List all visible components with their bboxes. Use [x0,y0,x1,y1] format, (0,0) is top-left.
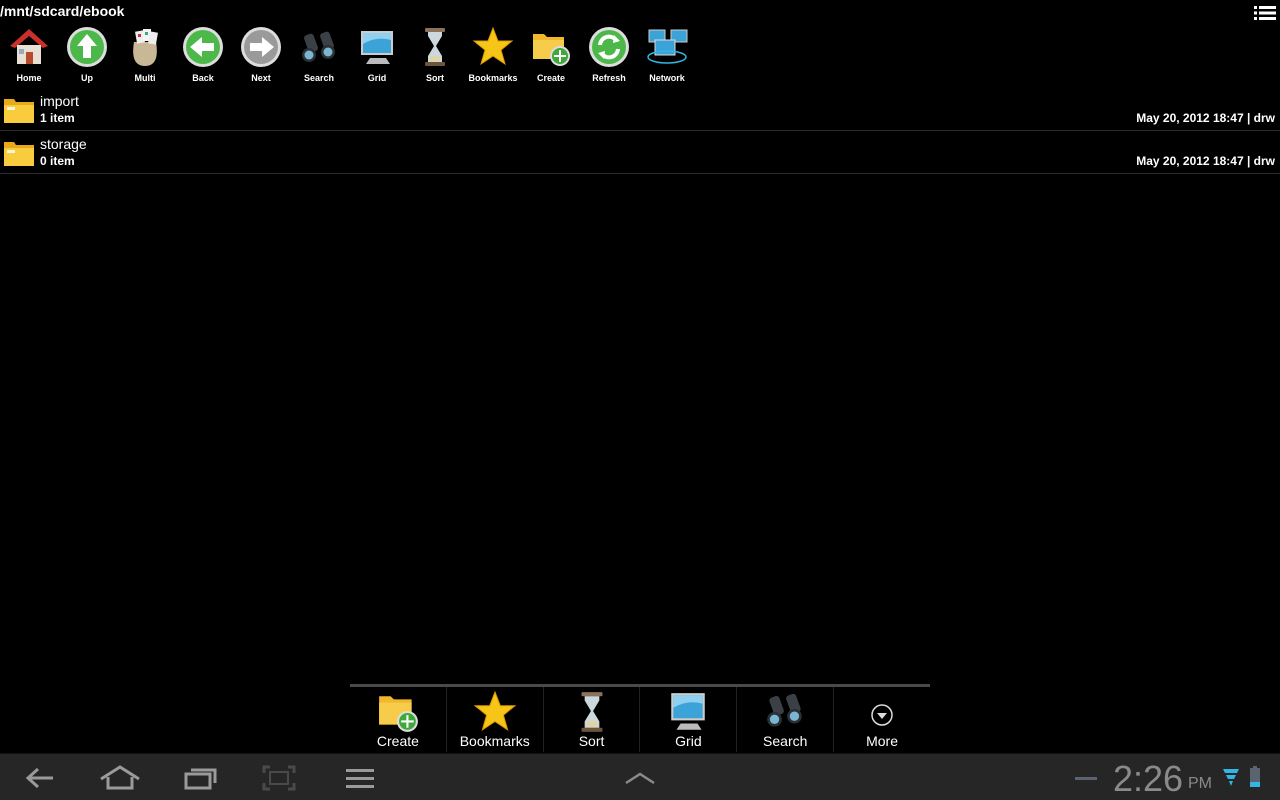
action-create-button[interactable]: Create [350,687,447,752]
list-menu-icon [1254,6,1276,20]
hourglass-icon [425,28,445,66]
action-bookmarks-button[interactable]: Bookmarks [447,687,544,752]
refresh-icon [589,27,629,67]
nav-screenshot-button[interactable] [254,762,304,794]
more-dropdown-icon [871,704,893,726]
toolbar-multi-button[interactable]: Multi [116,25,174,87]
toolbar-network-button[interactable]: Network [638,25,696,87]
folder-icon [4,99,34,123]
wifi-signal-icon [1223,769,1239,786]
recent-apps-icon [184,768,217,790]
back-icon [25,767,53,789]
nav-expand-button[interactable] [615,762,665,794]
toolbar-next-button[interactable]: Next [232,25,290,87]
toolbar-create-button[interactable]: Create [522,25,580,87]
home-icon [10,29,48,64]
binoculars-icon [767,693,802,727]
toolbar-sort-button[interactable]: Sort [406,25,464,87]
action-grid-button[interactable]: Grid [640,687,738,752]
nav-menu-button[interactable] [335,762,385,794]
system-clock[interactable]: 2:26 [1113,758,1183,800]
file-list: import 1 item May 20, 2012 18:47 | drw s… [0,88,1280,174]
folder-icon [4,142,34,166]
toolbar-search-button[interactable]: Search [290,25,348,87]
file-list-item[interactable]: import 1 item May 20, 2012 18:47 | drw [0,88,1280,131]
star-icon [473,690,517,732]
home-icon [100,765,140,790]
toolbar-home-button[interactable]: Home [0,25,58,87]
action-sort-button[interactable]: Sort [544,687,641,752]
bottom-action-bar: Create Bookmarks Sort Grid Search More [350,684,930,752]
hourglass-icon [581,692,603,732]
network-icon [647,29,688,64]
star-icon [472,26,514,66]
system-navigation-bar: 2:26 PM [0,753,1280,800]
toolbar-back-button[interactable]: Back [174,25,232,87]
system-clock-ampm: PM [1188,775,1212,792]
menu-icon [346,769,374,788]
top-toolbar: Home Up Multi Back Next Search Grid Sort… [0,25,696,87]
nav-home-button[interactable] [95,762,145,794]
battery-icon [1250,766,1260,787]
folder-add-icon [533,34,570,66]
binoculars-icon [302,31,335,62]
list-menu-button[interactable] [1254,5,1276,21]
multi-select-bag-icon [133,29,158,66]
action-search-button[interactable]: Search [737,687,835,752]
action-more-button[interactable]: More [834,687,930,752]
chevron-up-icon [625,772,655,785]
screenshot-icon [262,765,296,791]
back-arrow-icon [183,27,223,67]
folder-add-icon [379,696,418,732]
toolbar-up-button[interactable]: Up [58,25,116,87]
up-arrow-icon [67,27,107,67]
toolbar-bookmarks-button[interactable]: Bookmarks [464,25,522,87]
nav-back-button[interactable] [15,762,65,794]
next-arrow-icon [241,27,281,67]
toolbar-grid-button[interactable]: Grid [348,25,406,87]
monitor-icon [671,693,706,730]
notification-dash-icon [1075,777,1097,780]
file-list-item[interactable]: storage 0 item May 20, 2012 18:47 | drw [0,131,1280,174]
monitor-icon [361,31,393,64]
toolbar-refresh-button[interactable]: Refresh [580,25,638,87]
nav-recent-apps-button[interactable] [176,762,226,794]
current-path: /mnt/sdcard/ebook [0,3,125,19]
